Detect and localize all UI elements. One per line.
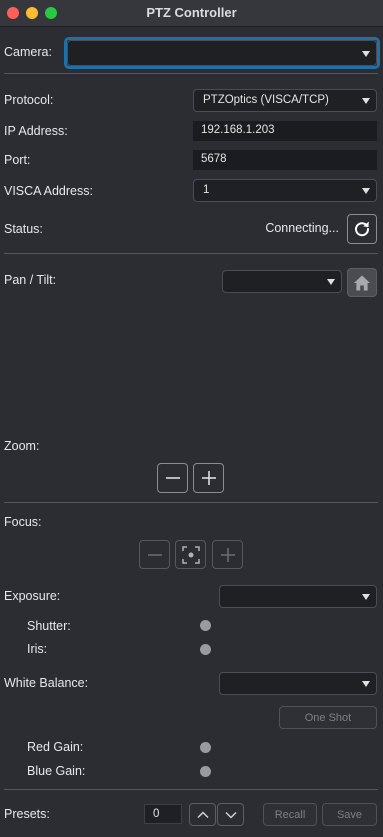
zoom-label: Zoom: — [4, 439, 40, 453]
exposure-select[interactable] — [219, 585, 377, 608]
refresh-button[interactable] — [347, 214, 377, 244]
ip-address-label: IP Address: — [4, 124, 68, 138]
refresh-icon — [355, 221, 370, 237]
chevron-up-icon — [196, 810, 209, 818]
red-gain-slider-knob[interactable] — [200, 742, 211, 753]
chevron-down-icon — [362, 681, 370, 687]
focus-near-button[interactable] — [139, 540, 170, 569]
home-button[interactable] — [347, 268, 377, 297]
presets-label: Presets: — [4, 807, 50, 821]
visca-address-value: 1 — [203, 184, 210, 196]
protocol-label: Protocol: — [4, 93, 54, 107]
camera-label: Camera: — [4, 45, 52, 59]
plus-icon — [201, 471, 216, 485]
protocol-select[interactable]: PTZOptics (VISCA/TCP) — [193, 89, 377, 112]
window-title: PTZ Controller — [146, 5, 237, 20]
title-bar: PTZ Controller — [0, 0, 383, 27]
focus-label: Focus: — [4, 515, 42, 529]
chevron-down-icon — [362, 594, 370, 600]
divider — [4, 253, 378, 254]
preset-number-field[interactable]: 0 — [144, 804, 182, 824]
chevron-down-icon — [327, 279, 335, 285]
shutter-slider-knob[interactable] — [200, 620, 211, 631]
zoom-in-button[interactable] — [193, 463, 224, 493]
status-value: Connecting... — [265, 221, 339, 235]
divider — [4, 73, 378, 74]
chevron-down-icon — [362, 188, 370, 194]
preset-increment-button[interactable] — [189, 803, 216, 826]
minus-icon — [165, 477, 180, 479]
blue-gain-slider-knob[interactable] — [200, 766, 211, 777]
plus-icon — [220, 547, 235, 562]
status-label: Status: — [4, 222, 43, 236]
camera-select[interactable] — [67, 40, 377, 66]
one-shot-button[interactable]: One Shot — [279, 706, 377, 729]
exposure-label: Exposure: — [4, 589, 61, 603]
chevron-down-icon — [362, 98, 370, 104]
preset-decrement-button[interactable] — [217, 803, 244, 826]
visca-address-select[interactable]: 1 — [193, 179, 377, 202]
port-field[interactable]: 5678 — [193, 150, 377, 170]
iris-label: Iris: — [27, 642, 48, 656]
port-label: Port: — [4, 153, 31, 167]
red-gain-label: Red Gain: — [27, 740, 84, 754]
zoom-out-button[interactable] — [157, 463, 188, 493]
home-icon — [354, 275, 370, 290]
pan-tilt-preset-select[interactable] — [222, 270, 342, 293]
white-balance-label: White Balance: — [4, 676, 89, 690]
divider — [4, 789, 378, 790]
recall-preset-button[interactable]: Recall — [263, 803, 317, 826]
protocol-select-value: PTZOptics (VISCA/TCP) — [203, 94, 329, 106]
ip-address-field[interactable]: 192.168.1.203 — [193, 121, 377, 141]
shutter-label: Shutter: — [27, 619, 71, 633]
autofocus-button[interactable] — [175, 540, 206, 569]
save-preset-button[interactable]: Save — [322, 803, 377, 826]
chevron-down-icon — [362, 51, 370, 57]
visca-address-label: VISCA Address: — [4, 184, 93, 198]
iris-slider-knob[interactable] — [200, 644, 211, 655]
minus-icon — [147, 553, 162, 556]
pan-tilt-label: Pan / Tilt: — [4, 273, 57, 287]
blue-gain-label: Blue Gain: — [27, 764, 86, 778]
autofocus-icon — [181, 545, 200, 564]
white-balance-select[interactable] — [219, 672, 377, 695]
chevron-down-icon — [224, 811, 237, 819]
divider — [4, 502, 378, 503]
focus-far-button[interactable] — [212, 540, 243, 569]
